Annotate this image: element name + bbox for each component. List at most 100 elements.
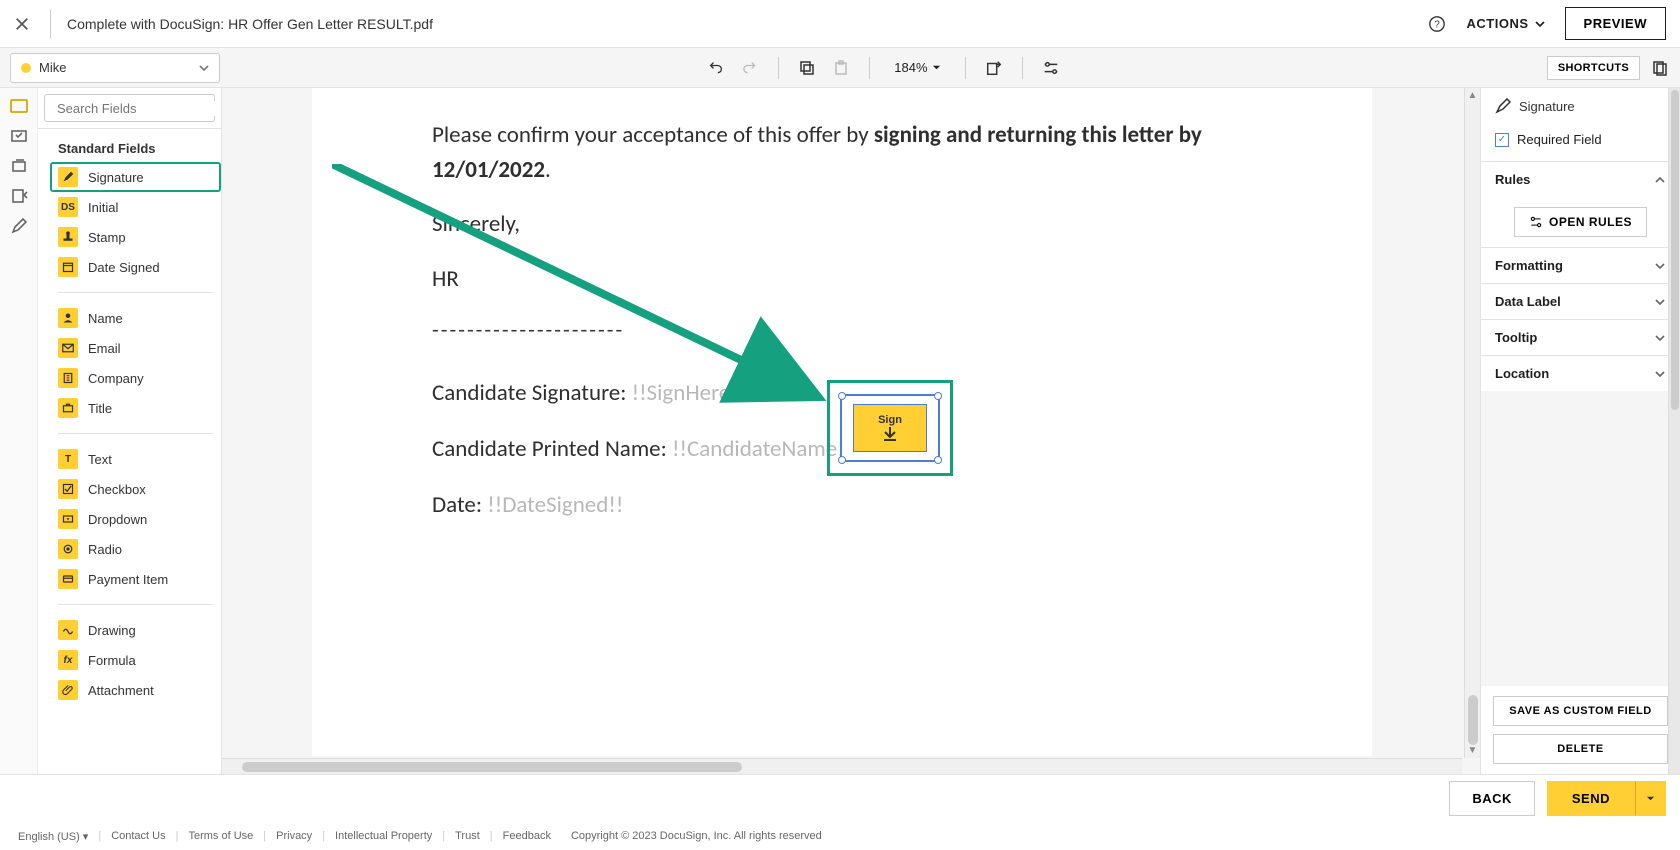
delete-button[interactable]: DELETE	[1493, 734, 1668, 764]
chevron-down-icon	[1654, 260, 1666, 272]
field-payment[interactable]: Payment Item	[50, 564, 221, 594]
h-scrollbar[interactable]	[222, 758, 1462, 774]
prop-header: Signature	[1481, 88, 1680, 124]
field-date-signed[interactable]: Date Signed	[50, 252, 221, 282]
field-label: Attachment	[88, 683, 154, 698]
document-canvas[interactable]: Please confirm your acceptance of this o…	[222, 88, 1480, 774]
field-label: Drawing	[88, 623, 136, 638]
rules-icon	[1529, 215, 1543, 229]
doc-text: Sincerely,	[432, 207, 1252, 242]
checkbox-icon: ✓	[1495, 133, 1509, 147]
text-icon: T	[58, 449, 78, 469]
cat-prefill-icon[interactable]	[9, 186, 29, 206]
paste-icon[interactable]	[831, 58, 851, 78]
save-custom-field-button[interactable]: SAVE AS CUSTOM FIELD	[1493, 696, 1668, 726]
initial-icon: DS	[58, 197, 78, 217]
recipient-name: Mike	[39, 60, 191, 75]
panel-scrollbar[interactable]	[1668, 88, 1680, 774]
chevron-down-icon	[1654, 332, 1666, 344]
search-field[interactable]	[57, 101, 221, 116]
caret-down-icon	[1646, 794, 1655, 803]
section-formatting[interactable]: Formatting	[1481, 248, 1680, 283]
person-icon	[58, 308, 78, 328]
shortcuts-button[interactable]: SHORTCUTS	[1547, 56, 1640, 80]
open-rules-button[interactable]: OPEN RULES	[1514, 207, 1647, 237]
search-fields-input[interactable]	[44, 94, 215, 122]
field-attachment[interactable]: Attachment	[50, 675, 221, 705]
field-company[interactable]: Company	[50, 363, 221, 393]
required-checkbox[interactable]: ✓ Required Field	[1481, 124, 1680, 161]
building-icon	[58, 368, 78, 388]
footer-contact[interactable]: Contact Us	[111, 830, 165, 842]
section-label: Formatting	[1495, 258, 1563, 273]
field-radio[interactable]: Radio	[50, 534, 221, 564]
field-name[interactable]: Name	[50, 303, 221, 333]
toolbar: Mike 184% SHORTCUTS	[0, 48, 1680, 88]
document-page: Please confirm your acceptance of this o…	[312, 88, 1372, 756]
field-initial[interactable]: DS Initial	[50, 192, 221, 222]
fields-list: Standard Fields Signature DS Initial Sta…	[38, 129, 221, 774]
cat-merge-icon[interactable]	[9, 156, 29, 176]
doc-placeholder: !!DateSigned!!	[487, 491, 623, 519]
field-email[interactable]: Email	[50, 333, 221, 363]
footer-feedback[interactable]: Feedback	[503, 830, 551, 842]
send-split-button: SEND	[1547, 781, 1666, 816]
prop-field-name: Signature	[1519, 99, 1575, 114]
preview-button[interactable]: PREVIEW	[1565, 7, 1666, 40]
pages-icon[interactable]	[1650, 58, 1670, 78]
field-checkbox[interactable]: Checkbox	[50, 474, 221, 504]
footer-ip[interactable]: Intellectual Property	[335, 830, 432, 842]
copy-icon[interactable]	[797, 58, 817, 78]
field-formula[interactable]: fx Formula	[50, 645, 221, 675]
actions-menu[interactable]: ACTIONS	[1467, 16, 1545, 31]
cat-standard-icon[interactable]	[9, 96, 29, 116]
attachment-icon	[58, 680, 78, 700]
doc-placeholder: !!SignHere!!	[632, 379, 746, 407]
redo-icon[interactable]	[740, 58, 760, 78]
briefcase-icon	[58, 398, 78, 418]
back-button[interactable]: BACK	[1449, 781, 1535, 816]
actions-label: ACTIONS	[1467, 16, 1529, 31]
field-text[interactable]: T Text	[50, 444, 221, 474]
open-rules-label: OPEN RULES	[1549, 215, 1632, 229]
footer-terms[interactable]: Terms of Use	[188, 830, 253, 842]
help-icon[interactable]: ?	[1427, 14, 1447, 34]
footer-privacy[interactable]: Privacy	[276, 830, 312, 842]
section-label: Location	[1495, 366, 1549, 381]
section-tooltip[interactable]: Tooltip	[1481, 320, 1680, 355]
zoom-dropdown[interactable]: 184%	[888, 60, 946, 75]
footer-trust[interactable]: Trust	[455, 830, 480, 842]
close-icon[interactable]	[14, 16, 30, 32]
drawing-icon	[58, 620, 78, 640]
settings-icon[interactable]	[1041, 58, 1061, 78]
language-selector[interactable]: English (US) ▾	[18, 830, 88, 843]
field-stamp[interactable]: Stamp	[50, 222, 221, 252]
field-drawing[interactable]: Drawing	[50, 615, 221, 645]
bottom-bar: BACK SEND	[0, 774, 1680, 822]
cat-custom-icon[interactable]	[9, 126, 29, 146]
send-dropdown[interactable]	[1635, 781, 1666, 816]
doc-placeholder: !!CandidateName!!	[672, 435, 852, 463]
field-label: Stamp	[88, 230, 126, 245]
field-label: Name	[88, 311, 123, 326]
field-label: Checkbox	[88, 482, 146, 497]
field-label: Company	[88, 371, 144, 386]
doc-label: Date:	[432, 491, 487, 519]
field-label: Email	[88, 341, 121, 356]
section-location[interactable]: Location	[1481, 356, 1680, 391]
field-label: Formula	[88, 653, 136, 668]
cat-edit-icon[interactable]	[9, 216, 29, 236]
rotate-icon[interactable]	[984, 58, 1004, 78]
section-data-label[interactable]: Data Label	[1481, 284, 1680, 319]
section-rules[interactable]: Rules	[1481, 162, 1680, 197]
footer: English (US) ▾ |Contact Us |Terms of Use…	[0, 822, 1680, 850]
v-scrollbar[interactable]: ▲▼	[1464, 88, 1480, 758]
send-button[interactable]: SEND	[1547, 781, 1635, 816]
category-strip	[0, 88, 38, 774]
recipient-dropdown[interactable]: Mike	[10, 53, 220, 83]
undo-icon[interactable]	[706, 58, 726, 78]
field-signature[interactable]: Signature	[50, 162, 221, 192]
field-title[interactable]: Title	[50, 393, 221, 423]
header: Complete with DocuSign: HR Offer Gen Let…	[0, 0, 1680, 48]
field-dropdown[interactable]: Dropdown	[50, 504, 221, 534]
